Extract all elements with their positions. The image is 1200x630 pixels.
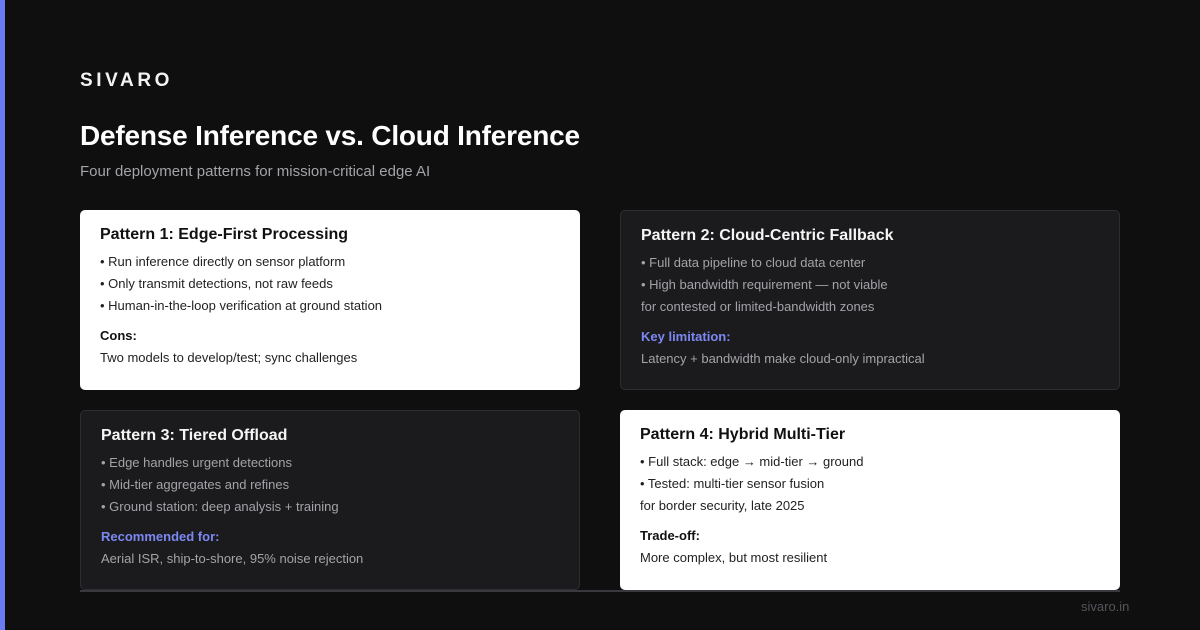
pattern-card-3: Pattern 3: Tiered Offload • Edge handles…: [80, 410, 580, 590]
bottom-divider: [80, 590, 1120, 592]
card-label: Key limitation:: [641, 329, 731, 344]
pattern-card-2: Pattern 2: Cloud-Centric Fallback • Full…: [620, 210, 1120, 390]
pattern-card-4: Pattern 4: Hybrid Multi-Tier • Full stac…: [620, 410, 1120, 590]
card-label: Trade-off:: [640, 528, 700, 543]
page-title: Defense Inference vs. Cloud Inference: [80, 120, 580, 151]
card-label: Cons:: [100, 328, 137, 343]
card-title: Pattern 2: Cloud-Centric Fallback: [641, 227, 894, 244]
card-label: Recommended for:: [101, 529, 220, 544]
accent-bar: [0, 0, 5, 630]
card-line: • Tested: multi-tier sensor fusion: [640, 476, 825, 491]
footer-url[interactable]: sivaro.in: [1081, 599, 1129, 614]
card-note: Two models to develop/test; sync challen…: [100, 350, 358, 365]
card-title: Pattern 4: Hybrid Multi-Tier: [640, 426, 846, 443]
card-line: for contested or limited-bandwidth zones: [641, 299, 875, 314]
card-line: • Full stack: edge → mid-tier → ground: [640, 454, 864, 469]
pattern-card-1: Pattern 1: Edge-First Processing • Run i…: [80, 210, 580, 390]
brand-logo: SIVARO: [80, 70, 174, 91]
card-line: • Run inference directly on sensor platf…: [100, 254, 346, 269]
card-line: • Edge handles urgent detections: [101, 455, 293, 470]
card-line: • High bandwidth requirement — not viabl…: [641, 277, 888, 292]
card-note: More complex, but most resilient: [640, 550, 828, 565]
card-line: for border security, late 2025: [640, 498, 805, 513]
card-title: Pattern 3: Tiered Offload: [101, 427, 288, 444]
card-note: Aerial ISR, ship-to-shore, 95% noise rej…: [101, 551, 364, 566]
card-line: • Mid-tier aggregates and refines: [101, 477, 290, 492]
card-line: • Only transmit detections, not raw feed…: [100, 276, 333, 291]
card-line: • Human-in-the-loop verification at grou…: [100, 298, 383, 313]
card-title: Pattern 1: Edge-First Processing: [100, 226, 349, 243]
page-subtitle: Four deployment patterns for mission-cri…: [80, 163, 431, 180]
card-line: • Ground station: deep analysis + traini…: [101, 499, 339, 514]
card-note: Latency + bandwidth make cloud-only impr…: [641, 351, 925, 366]
card-line: • Full data pipeline to cloud data cente…: [641, 255, 866, 270]
